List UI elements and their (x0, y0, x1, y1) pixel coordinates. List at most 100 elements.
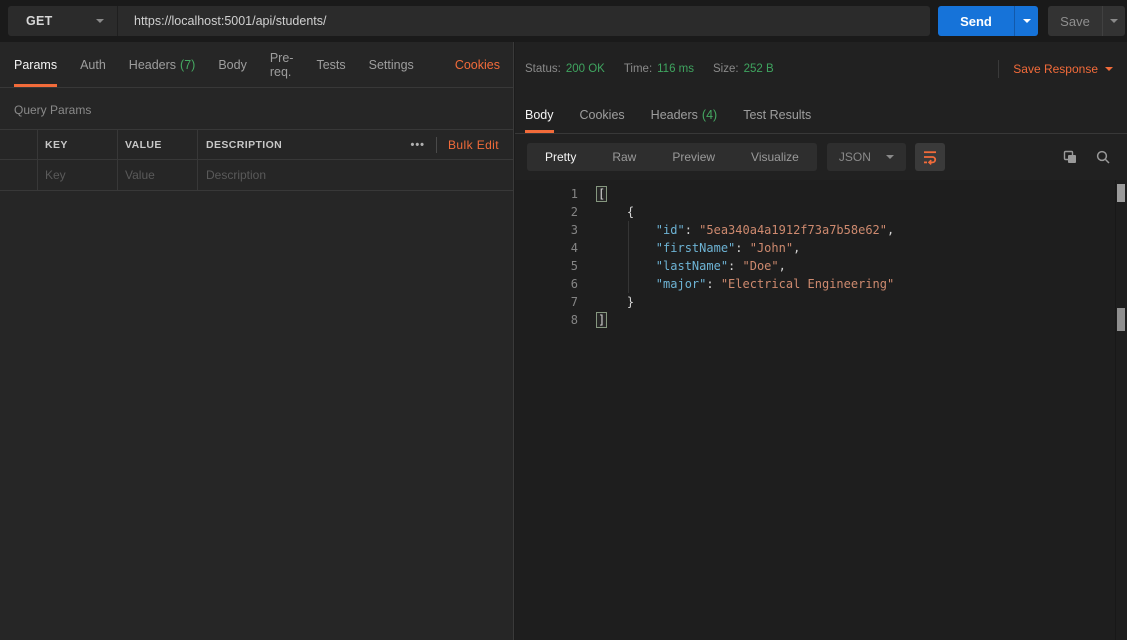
tab-settings[interactable]: Settings (369, 42, 414, 87)
params-actions: ••• Bulk Edit (410, 136, 513, 153)
line-number: 6 (570, 277, 578, 291)
response-panel: Status: 200 OK Time: 116 ms Size: 252 B … (515, 42, 1127, 640)
tab-response-cookies[interactable]: Cookies (580, 96, 625, 133)
search-button[interactable] (1091, 145, 1115, 169)
query-params-header-row: KEY VALUE DESCRIPTION ••• Bulk Edit (0, 130, 513, 160)
code-line: 2 { (515, 203, 1127, 221)
search-icon (1096, 150, 1110, 164)
word-wrap-icon (923, 151, 936, 165)
code-line: 3 "id": "5ea340a4a1912f73a7b58e62", (515, 221, 1127, 239)
param-value-input[interactable] (125, 168, 194, 182)
chevron-down-icon (885, 155, 894, 159)
size-label: Size: (713, 63, 739, 75)
copy-button[interactable] (1058, 145, 1082, 169)
row-checkbox-cell (0, 160, 38, 190)
checkbox-column (0, 130, 38, 159)
tab-response-headers[interactable]: Headers (4) (651, 96, 718, 133)
code-line: 1[ (515, 185, 1127, 203)
code-line: 4 "firstName": "John", (515, 239, 1127, 257)
line-content: "id": "5ea340a4a1912f73a7b58e62", (655, 223, 895, 237)
line-content: { (598, 205, 635, 219)
time-label: Time: (623, 63, 653, 75)
method-select[interactable]: GET (8, 6, 118, 36)
line-content: "lastName": "Doe", (655, 259, 786, 273)
response-tabs: Body Cookies Headers (4) Test Results (515, 96, 1127, 134)
divider (998, 60, 1000, 78)
line-content: "major": "Electrical Engineering" (655, 277, 895, 291)
cookies-link[interactable]: Cookies (455, 42, 500, 87)
time-value: 116 ms (657, 63, 694, 75)
more-options-icon[interactable]: ••• (410, 139, 425, 151)
request-panel: Params Auth Headers (7) Body Pre-req. Te… (0, 42, 548, 640)
code-line: 5 "lastName": "Doe", (515, 257, 1127, 275)
tab-auth[interactable]: Auth (80, 42, 106, 87)
line-number: 1 (570, 187, 578, 201)
code-line: 7 } (515, 293, 1127, 311)
param-key-input[interactable] (45, 168, 114, 182)
chevron-down-icon (1105, 67, 1113, 71)
view-pretty[interactable]: Pretty (527, 143, 594, 171)
tab-params[interactable]: Params (14, 42, 58, 87)
status-label: Status: (525, 63, 561, 75)
tab-tests[interactable]: Tests (316, 42, 345, 87)
query-params-table: KEY VALUE DESCRIPTION ••• Bulk Edit (0, 129, 513, 191)
line-content: ] (596, 312, 608, 328)
chevron-down-icon (1110, 19, 1118, 23)
request-bar: GET Send Save (0, 0, 1127, 42)
view-preview[interactable]: Preview (654, 143, 733, 171)
key-column-header: KEY (38, 130, 118, 159)
time-group: Time: 116 ms (624, 63, 694, 75)
code-lines: 1[2 {3 "id": "5ea340a4a1912f73a7b58e62",… (515, 185, 1127, 329)
query-params-title: Query Params (14, 103, 92, 117)
size-group: Size: 252 B (713, 63, 774, 75)
tab-test-results[interactable]: Test Results (743, 96, 811, 133)
line-number: 5 (570, 259, 578, 273)
bulk-edit-button[interactable]: Bulk Edit (448, 138, 499, 152)
send-options-button[interactable] (1014, 6, 1038, 36)
url-input[interactable] (118, 6, 930, 36)
divider (436, 136, 438, 153)
scrollbar-marker[interactable] (1117, 308, 1125, 331)
line-number: 8 (570, 313, 578, 327)
wrap-text-button[interactable] (914, 143, 945, 171)
url-container: GET (8, 6, 930, 36)
tab-pre-request[interactable]: Pre-req. (270, 42, 294, 87)
tab-headers[interactable]: Headers (7) (129, 42, 196, 87)
response-headers-count-badge: (4) (701, 107, 718, 122)
status-value: 200 OK (565, 63, 605, 75)
code-line: 6 "major": "Electrical Engineering" (515, 275, 1127, 293)
indent-guide (628, 221, 629, 293)
save-options-button[interactable] (1102, 6, 1125, 36)
save-button[interactable]: Save (1048, 6, 1102, 36)
line-content: } (598, 295, 635, 309)
line-number: 4 (570, 241, 578, 255)
line-number: 7 (570, 295, 578, 309)
headers-count-badge: (7) (180, 57, 196, 72)
tab-body[interactable]: Body (218, 42, 247, 87)
code-line: 8] (515, 311, 1127, 329)
chevron-down-icon (96, 19, 104, 23)
save-response-button[interactable]: Save Response (1013, 62, 1119, 76)
copy-icon (1063, 150, 1076, 163)
line-number: 3 (570, 223, 578, 237)
send-button[interactable]: Send (938, 6, 1014, 36)
response-meta-bar: Status: 200 OK Time: 116 ms Size: 252 B … (515, 42, 1127, 96)
line-content: [ (596, 186, 608, 202)
method-label: GET (26, 14, 53, 28)
size-value: 252 B (743, 63, 774, 75)
format-dropdown[interactable]: JSON (826, 143, 906, 171)
response-toolbar: Pretty Raw Preview Visualize JSON (515, 134, 1127, 180)
response-body-viewer: 1[2 {3 "id": "5ea340a4a1912f73a7b58e62",… (515, 180, 1127, 640)
value-column-header: VALUE (118, 130, 198, 159)
request-tabs: Params Auth Headers (7) Body Pre-req. Te… (0, 42, 548, 88)
view-switcher: Pretty Raw Preview Visualize (527, 143, 817, 171)
chevron-down-icon (1022, 19, 1031, 23)
tab-response-body[interactable]: Body (525, 96, 554, 133)
param-description-input[interactable] (206, 168, 498, 182)
view-raw[interactable]: Raw (594, 143, 654, 171)
scrollbar-track (1115, 180, 1127, 640)
query-params-input-row (0, 160, 513, 191)
view-visualize[interactable]: Visualize (733, 143, 817, 171)
status-group: Status: 200 OK (525, 63, 605, 75)
scrollbar-thumb[interactable] (1117, 184, 1125, 202)
